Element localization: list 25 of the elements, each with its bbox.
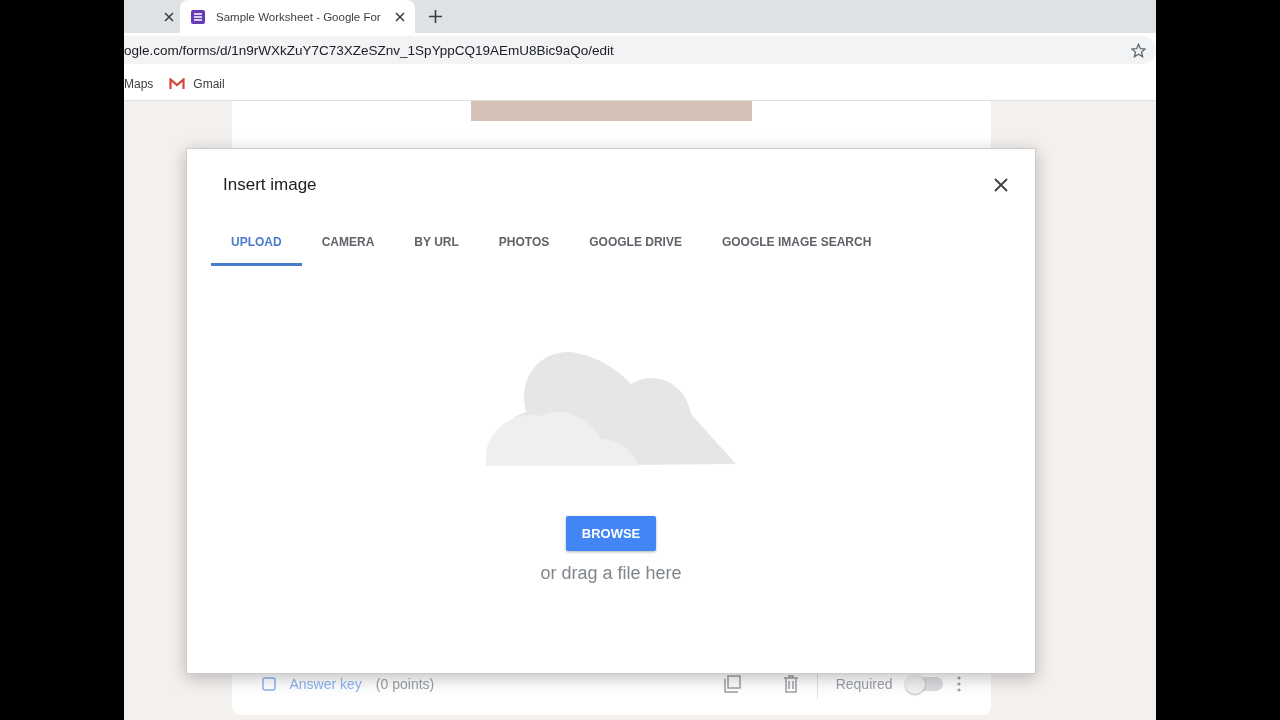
forms-icon — [190, 8, 206, 25]
copy-icon[interactable] — [722, 674, 741, 693]
more-icon[interactable] — [956, 675, 961, 692]
star-icon[interactable] — [1131, 42, 1146, 58]
bookmark-link[interactable]: Gmail — [193, 76, 225, 91]
dialog-tab[interactable]: UPLOAD — [211, 227, 302, 266]
mail-icon — [169, 77, 186, 90]
points-text: (0 points) — [375, 675, 435, 692]
drop-hint: or drag a file here — [540, 563, 682, 584]
new-tab-icon[interactable] — [429, 10, 442, 23]
dialog-tab[interactable]: GOOGLE DRIVE — [569, 227, 702, 266]
bookmark-link[interactable]: Maps — [124, 76, 154, 91]
dialog-title: Insert image — [223, 175, 317, 195]
dialog-tab[interactable]: PHOTOS — [478, 227, 570, 266]
close-icon[interactable] — [164, 11, 174, 22]
dialog-tab[interactable]: GOOGLE IMAGE SEARCH — [701, 227, 892, 266]
required-toggle[interactable] — [906, 676, 943, 691]
browser-tab[interactable]: Sample Worksheet - Google For — [180, 0, 415, 33]
browse-button[interactable]: BROWSE — [565, 516, 657, 551]
dialog-tab[interactable]: CAMERA — [301, 227, 395, 266]
dialog-tab[interactable]: BY URL — [394, 227, 479, 266]
close-icon[interactable] — [395, 11, 405, 22]
close-button[interactable] — [993, 177, 1009, 193]
required-label: Required — [835, 675, 893, 692]
trash-icon[interactable] — [782, 674, 799, 693]
